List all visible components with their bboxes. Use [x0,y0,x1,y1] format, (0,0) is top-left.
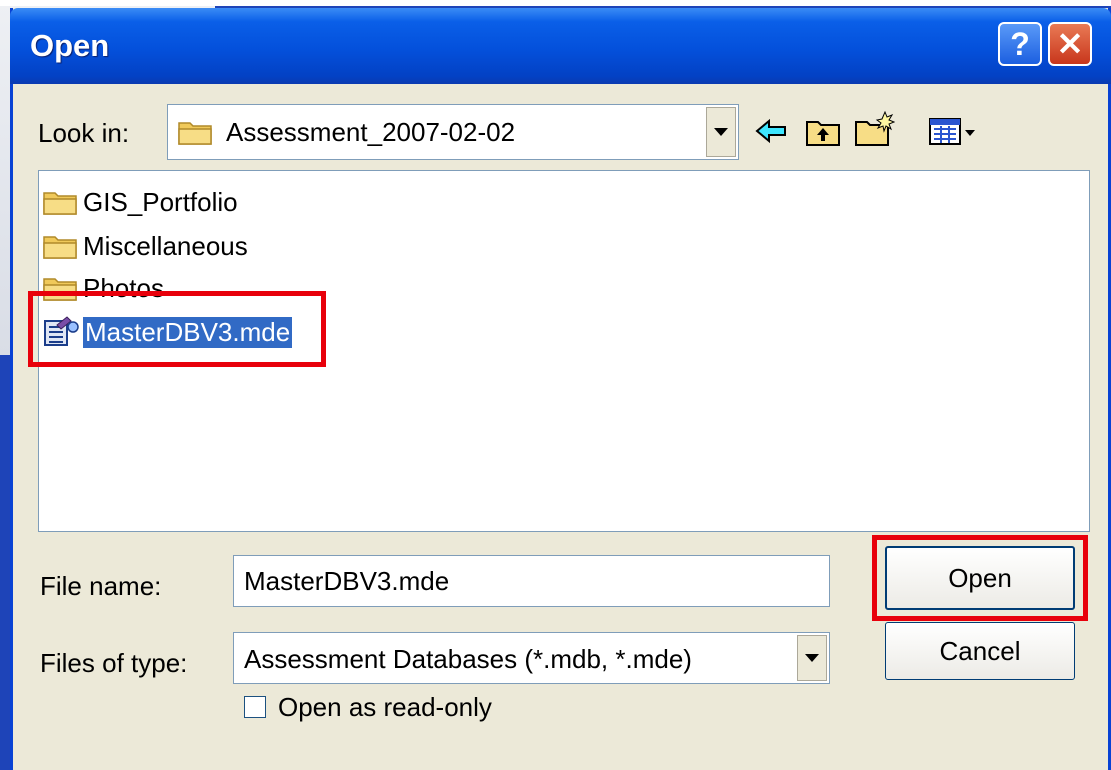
look-in-dropdown-arrow[interactable] [706,107,736,157]
file-name-label: File name: [40,571,162,601]
back-arrow-icon[interactable] [755,118,787,144]
open-dialog: Open ? ✕ Look in: Assessment_2007-02-02 [10,8,1111,770]
folder-icon [178,122,212,145]
list-item[interactable]: GIS_Portfolio [43,185,240,219]
look-in-dropdown[interactable]: Assessment_2007-02-02 [167,104,739,160]
look-in-label: Look in: [38,118,130,148]
open-button-label: Open [948,562,1012,593]
folder-icon [43,236,77,259]
chevron-down-icon [714,128,728,136]
up-folder-icon[interactable] [806,118,840,146]
chevron-down-icon [805,654,819,662]
view-menu-icon[interactable] [929,118,977,146]
files-of-type-dropdown[interactable]: Assessment Databases (*.mdb, *.mde) [233,632,830,684]
close-button[interactable]: ✕ [1048,22,1092,66]
help-icon: ? [1010,25,1030,62]
files-of-type-value: Assessment Databases (*.mdb, *.mde) [244,644,692,674]
list-item-label: GIS_Portfolio [83,186,238,217]
help-button[interactable]: ? [998,22,1042,66]
new-folder-icon[interactable] [855,110,895,146]
list-item-label: Miscellaneous [83,230,248,261]
title-bar[interactable]: Open ? ✕ [10,8,1111,84]
files-of-type-label: Files of type: [40,648,188,678]
cancel-button-label: Cancel [939,635,1021,666]
file-name-value: MasterDBV3.mde [244,566,450,596]
files-of-type-dropdown-arrow[interactable] [797,635,827,681]
open-button[interactable]: Open [885,546,1075,610]
close-icon: ✕ [1056,26,1084,62]
read-only-checkbox[interactable] [244,696,266,718]
file-name-input[interactable]: MasterDBV3.mde [233,555,830,607]
dialog-title: Open [30,28,110,63]
cancel-button[interactable]: Cancel [885,622,1075,680]
read-only-label: Open as read-only [278,692,492,722]
list-item[interactable]: Miscellaneous [43,229,250,263]
folder-icon [43,192,77,215]
highlight-file-box [28,291,326,367]
background-window-edge [0,0,1111,6]
look-in-value: Assessment_2007-02-02 [226,117,516,147]
